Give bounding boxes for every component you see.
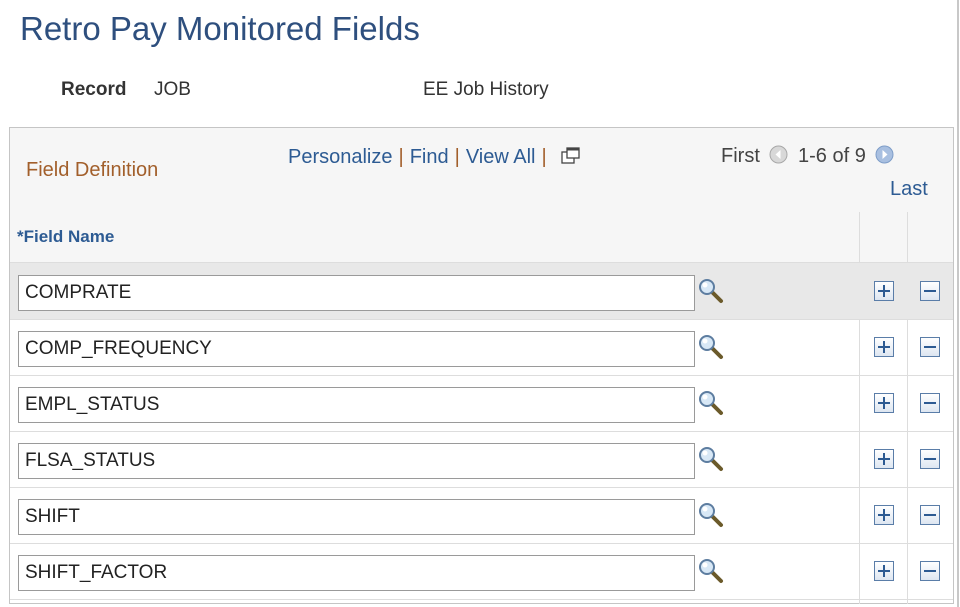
find-link[interactable]: Find [410, 146, 449, 168]
grid-pager: First 1-6 of 9 [721, 145, 898, 168]
delete-row-button[interactable] [920, 337, 940, 357]
lookup-icon[interactable] [698, 390, 724, 416]
link-separator: | [398, 146, 404, 168]
add-row-button[interactable] [874, 561, 894, 581]
field-name-input[interactable]: EMPL_STATUS [18, 387, 695, 423]
previous-arrow-icon[interactable] [769, 145, 788, 164]
table-row: FLSA_STATUS [10, 431, 953, 488]
table-row: SHIFT_FACTOR [10, 543, 953, 600]
link-separator: | [541, 146, 547, 168]
add-row-button[interactable] [874, 337, 894, 357]
table-row: COMP_FREQUENCY [10, 319, 953, 376]
page-title: Retro Pay Monitored Fields [20, 10, 420, 47]
field-name-input[interactable]: SHIFT_FACTOR [18, 555, 695, 591]
add-row-button[interactable] [874, 505, 894, 525]
delete-row-button[interactable] [920, 561, 940, 581]
grid-title: Field Definition [26, 159, 159, 181]
record-value: JOB [154, 79, 191, 100]
column-header-row [10, 212, 953, 263]
lookup-icon[interactable] [698, 278, 724, 304]
next-arrow-icon[interactable] [875, 145, 894, 164]
lookup-icon[interactable] [698, 558, 724, 584]
delete-row-button[interactable] [920, 281, 940, 301]
lookup-icon[interactable] [698, 502, 724, 528]
field-definition-grid: Field Definition Personalize | Find | View A… [9, 127, 954, 604]
last-link[interactable]: Last [890, 178, 928, 201]
record-label: Record [61, 79, 127, 100]
field-name-column-header: *Field Name [17, 227, 115, 246]
personalize-link[interactable]: Personalize [288, 146, 393, 168]
lookup-icon[interactable] [698, 334, 724, 360]
grid-nav-links: Personalize | Find | View All | [288, 146, 581, 171]
add-row-button[interactable] [874, 281, 894, 301]
new-window-icon[interactable] [561, 147, 581, 171]
lookup-icon[interactable] [698, 446, 724, 472]
page-border [957, 0, 959, 607]
field-name-input[interactable]: SHIFT [18, 499, 695, 535]
view-all-link[interactable]: View All [466, 146, 536, 168]
table-row: EMPL_STATUS [10, 375, 953, 432]
first-label: First [721, 145, 760, 167]
field-name-input[interactable]: COMP_FREQUENCY [18, 331, 695, 367]
link-separator: | [454, 146, 460, 168]
table-row: SHIFT [10, 487, 953, 544]
delete-row-button[interactable] [920, 393, 940, 413]
page-range: 1-6 of 9 [798, 145, 866, 167]
field-name-input[interactable]: FLSA_STATUS [18, 443, 695, 479]
add-row-button[interactable] [874, 393, 894, 413]
delete-row-button[interactable] [920, 449, 940, 469]
delete-row-button[interactable] [920, 505, 940, 525]
table-row: COMPRATE [10, 263, 953, 320]
record-description: EE Job History [423, 79, 549, 100]
grid-header: Field Definition Personalize | Find | View A… [10, 128, 953, 213]
add-row-button[interactable] [874, 449, 894, 469]
field-name-input[interactable]: COMPRATE [18, 275, 695, 311]
